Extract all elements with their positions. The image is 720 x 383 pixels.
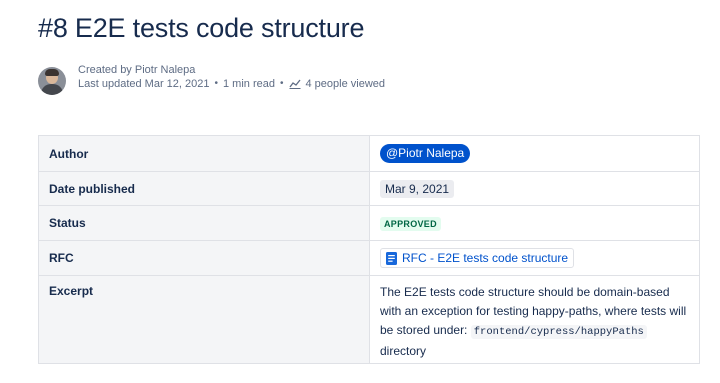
views-count: 4 people viewed: [305, 78, 386, 90]
date-published[interactable]: Mar 9, 2021: [380, 179, 455, 198]
date-cell: Mar 9, 2021: [369, 171, 700, 206]
date-label: Date published: [38, 171, 370, 206]
status-label: Status: [38, 205, 370, 241]
table-row: Excerpt The E2E tests code structure sho…: [38, 275, 700, 364]
excerpt-label: Excerpt: [38, 275, 370, 364]
excerpt-cell: The E2E tests code structure should be d…: [369, 275, 700, 364]
status-badge: APPROVED: [380, 216, 441, 231]
table-row: Status APPROVED: [38, 205, 700, 241]
rfc-label: RFC: [38, 240, 370, 276]
last-updated[interactable]: Last updated Mar 12, 2021: [78, 77, 209, 91]
excerpt-text-end: directory: [380, 344, 427, 358]
created-by[interactable]: Created by Piotr Nalepa: [78, 63, 385, 77]
document-icon: [386, 251, 397, 265]
page-properties-table: Author @Piotr Nalepa Date published Mar …: [38, 135, 700, 364]
rfc-cell: RFC - E2E tests code structure: [369, 240, 700, 276]
table-row: RFC RFC - E2E tests code structure: [38, 240, 700, 276]
table-row: Author @Piotr Nalepa: [38, 135, 700, 172]
rfc-link-label: RFC - E2E tests code structure: [402, 251, 569, 265]
status-cell: APPROVED: [369, 205, 700, 241]
page-byline: Created by Piotr Nalepa Last updated Mar…: [38, 63, 385, 95]
excerpt-code: frontend/cypress/happyPaths: [470, 325, 647, 339]
avatar[interactable]: [38, 67, 66, 95]
separator-dot: •: [214, 78, 218, 89]
byline-meta: Last updated Mar 12, 2021 • 1 min read •…: [78, 77, 385, 91]
views-button[interactable]: 4 people viewed: [288, 77, 386, 91]
read-time: 1 min read: [223, 78, 275, 90]
separator-dot: •: [279, 78, 284, 89]
author-cell: @Piotr Nalepa: [369, 135, 700, 172]
author-mention[interactable]: @Piotr Nalepa: [380, 144, 471, 163]
excerpt-text: The E2E tests code structure should be d…: [380, 283, 689, 361]
byline-text: Created by Piotr Nalepa Last updated Mar…: [78, 63, 385, 91]
rfc-link[interactable]: RFC - E2E tests code structure: [380, 248, 575, 268]
chart-line-icon: [288, 79, 301, 89]
page-title: #8 E2E tests code structure: [38, 13, 365, 43]
author-label: Author: [38, 135, 370, 172]
table-row: Date published Mar 9, 2021: [38, 171, 700, 206]
